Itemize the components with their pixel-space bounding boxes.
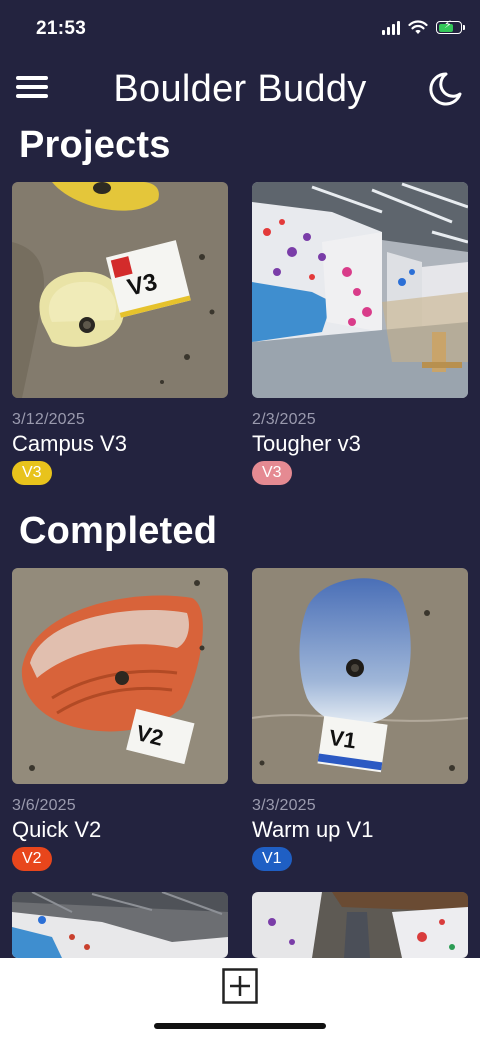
bottom-bar [0, 958, 480, 1039]
route-date: 3/12/2025 [12, 411, 85, 428]
route-photo[interactable] [252, 182, 468, 398]
home-indicator [154, 1023, 326, 1029]
app-title: Boulder Buddy [113, 68, 367, 110]
section-title-projects: Projects [19, 124, 171, 166]
route-card-tougher-v3[interactable]: 2/3/2025 Tougher v3 V3 [252, 182, 468, 485]
route-card-quick-v2[interactable]: V2 3/6/2025 Quick V2 V2 [12, 568, 228, 871]
section-title-completed: Completed [19, 510, 218, 552]
grade-badge: V3 [12, 461, 52, 485]
route-name: Warm up V1 [252, 817, 374, 842]
route-name: Campus V3 [12, 431, 127, 456]
route-photo[interactable] [252, 892, 468, 958]
route-photo[interactable]: V1 [252, 568, 468, 784]
status-time: 21:53 [36, 18, 87, 39]
moon-icon[interactable] [424, 70, 464, 110]
route-card-warm-up-v1[interactable]: V1 3/3/2025 Warm up V1 V1 [252, 568, 468, 871]
route-date: 3/6/2025 [12, 797, 76, 814]
route-name: Quick V2 [12, 817, 102, 842]
route-name: Tougher v3 [252, 431, 361, 456]
grade-badge: V1 [252, 847, 292, 871]
cellular-signal-icon [382, 20, 400, 35]
route-date: 3/3/2025 [252, 797, 316, 814]
photo-label-warmup: V1 [328, 725, 358, 754]
route-card-partial[interactable] [252, 892, 468, 958]
route-card-campus-v3[interactable]: V3 3/12/2025 Campus V3 V3 [12, 182, 228, 485]
app-header: Boulder Buddy [0, 60, 480, 120]
add-square-icon[interactable] [222, 968, 258, 1004]
wifi-icon [408, 20, 428, 34]
battery-icon: ⚡ [436, 19, 465, 34]
status-bar: 21:53 ⚡ [0, 0, 480, 56]
route-card-partial[interactable] [12, 892, 228, 958]
route-date: 2/3/2025 [252, 411, 316, 428]
route-photo[interactable]: V2 [12, 568, 228, 784]
grade-badge: V3 [252, 461, 292, 485]
status-icons: ⚡ [382, 19, 465, 35]
grade-badge: V2 [12, 847, 52, 871]
route-photo[interactable]: V3 [12, 182, 228, 398]
route-photo[interactable] [12, 892, 228, 958]
